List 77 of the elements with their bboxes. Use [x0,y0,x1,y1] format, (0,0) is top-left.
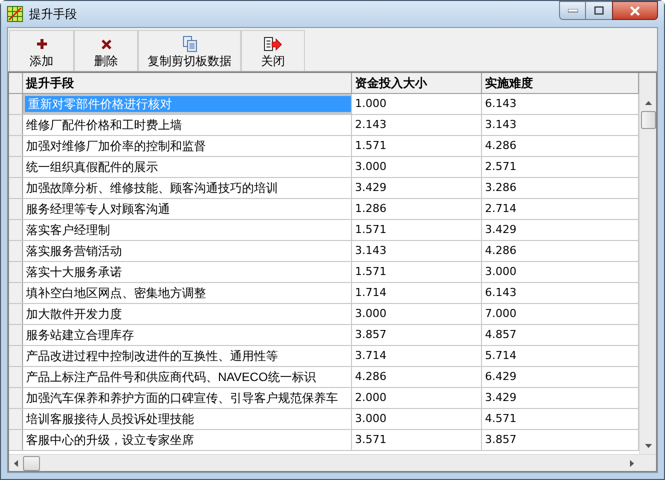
row-header[interactable] [9,157,23,177]
column-header[interactable]: 提升手段 [23,73,352,93]
table-cell: 加强对维修厂加价率的控制和监督 [23,136,352,156]
row-header[interactable] [9,430,23,450]
row-header[interactable] [9,388,23,408]
row-header[interactable] [9,220,23,240]
table-cell: 落实客户经理制 [23,220,352,240]
row-header[interactable] [9,94,23,114]
table-cell: 3.000 [352,157,482,177]
row-header[interactable] [9,115,23,135]
close-icon [629,6,641,16]
table-cell: 3.143 [352,241,482,261]
close-button[interactable] [612,1,658,20]
table-cell: 1.000 [352,94,482,114]
table-cell: 2.143 [352,115,482,135]
minimize-icon [568,8,578,12]
table-cell: 1.714 [352,283,482,303]
row-header[interactable] [9,346,23,366]
vertical-scrollbar[interactable] [639,73,656,454]
exit-icon [264,36,282,52]
table-cell: 维修厂配件价格和工时费上墙 [23,115,352,135]
scroll-thumb[interactable] [640,111,656,129]
table-cell: 3.000 [352,304,482,324]
table-cell: 1.571 [352,262,482,282]
table-cell: 培训客服接待人员投诉处理技能 [23,409,352,429]
scroll-thumb[interactable] [23,456,40,470]
table-cell: 落实服务营销活动 [23,241,352,261]
table-cell: 产品改进过程中控制改进件的互换性、通用性等 [23,346,352,366]
row-header[interactable] [9,325,23,345]
row-header[interactable] [9,283,23,303]
table-cell: 填补空白地区网点、密集地方调整 [23,283,352,303]
scroll-up-arrow-icon[interactable] [644,100,652,104]
maximize-icon [594,6,604,15]
row-header[interactable] [9,262,23,282]
grid-app-icon [7,6,23,22]
table-cell: 3.571 [352,430,482,450]
table-cell: 加强故障分析、维修技能、顾客沟通技巧的培训 [23,178,352,198]
table-cell: 加强汽车保养和养护方面的口碑宣传、引导客户规范保养车 [23,388,352,408]
table-cell: 落实十大服务承诺 [23,262,352,282]
table-cell: 统一组织真假配件的展示 [23,157,352,177]
row-header[interactable] [9,304,23,324]
row-header[interactable] [9,367,23,387]
table-cell: 3.000 [352,409,482,429]
scroll-right-arrow-icon[interactable] [630,460,634,466]
row-header[interactable] [9,136,23,156]
table-cell: 1.571 [352,220,482,240]
maximize-button[interactable] [586,1,612,20]
table-cell: 客服中心的升级，设立专家坐席 [23,430,352,450]
scroll-down-arrow-icon[interactable] [644,444,652,448]
table-cell: 2.000 [352,388,482,408]
table-cell: 3.714 [352,346,482,366]
table-cell: 1.286 [352,199,482,219]
row-header[interactable] [9,409,23,429]
table-cell: 1.571 [352,136,482,156]
table-cell: 3.857 [352,325,482,345]
plus-icon [36,38,48,50]
table-cell: 服务站建立合理库存 [23,325,352,345]
toolbar-button[interactable]: 删除 [74,30,138,71]
column-header[interactable]: 资金投入大小 [352,73,482,93]
cross-icon [100,38,112,50]
table-cell: 重新对零部件价格进行核对 [23,94,352,114]
table-cell: 3.429 [352,178,482,198]
horizontal-scrollbar[interactable] [9,454,656,471]
minimize-button[interactable] [559,1,586,20]
toolbar-button[interactable]: 添加 [9,30,74,71]
table-cell: 服务经理等专人对顾客沟通 [23,199,352,219]
toolbar-button[interactable]: 关闭 [241,30,305,71]
table-cell: 加大散件开发力度 [23,304,352,324]
window-title: 提升手段 [29,6,77,23]
row-header[interactable] [9,199,23,219]
table-cell: 4.286 [352,367,482,387]
table-cell: 产品上标注产品件号和供应商代码、NAVECO统一标识 [23,367,352,387]
copy-icon [182,36,196,52]
row-header[interactable] [9,241,23,261]
scroll-left-arrow-icon[interactable] [14,460,18,466]
toolbar-button[interactable]: 复制剪切板数据 [138,30,241,71]
row-header[interactable] [9,178,23,198]
